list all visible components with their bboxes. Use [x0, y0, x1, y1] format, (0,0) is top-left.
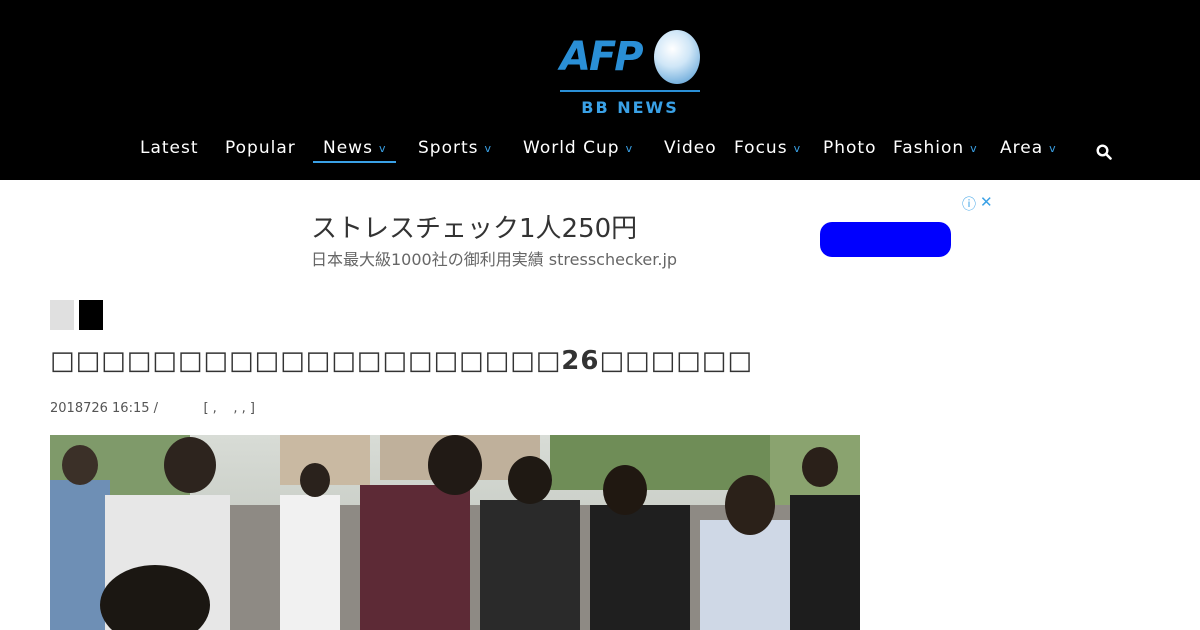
- nav-item-focus[interactable]: Focus v: [734, 138, 801, 158]
- nav-label: Photo: [823, 138, 877, 158]
- logo-wordmark: AFP: [560, 34, 644, 80]
- nav-label: Area: [1000, 138, 1044, 158]
- chevron-down-icon: v: [1049, 142, 1057, 155]
- chevron-down-icon: v: [970, 142, 978, 155]
- nav-item-video[interactable]: Video: [664, 138, 717, 158]
- nav-item-popular[interactable]: Popular: [225, 138, 296, 158]
- afp-bb-news-logo[interactable]: AFP BB NEWS: [558, 28, 702, 120]
- article-headline: □□□□□□□□□□□□□□□□□□□□26□□□□□□: [50, 346, 753, 376]
- logo-divider: [560, 90, 700, 92]
- chevron-down-icon: v: [378, 142, 387, 155]
- category-tag[interactable]: [79, 300, 103, 330]
- article-meta: 2018726 16:15 / [ , , , ]: [50, 401, 255, 416]
- ad-title[interactable]: ストレスチェック1人250円: [311, 208, 637, 245]
- nav-label: Focus: [734, 138, 788, 158]
- chevron-down-icon: v: [625, 142, 634, 155]
- ad-banner[interactable]: ストレスチェック1人250円 日本最大級1000社の御利用実績 stressch…: [0, 180, 1200, 280]
- search-icon[interactable]: [1096, 144, 1112, 160]
- chevron-down-icon: v: [793, 142, 802, 155]
- nav-label: News: [323, 138, 373, 158]
- ad-close-icon[interactable]: ✕: [980, 193, 993, 211]
- site-header: AFP BB NEWS Latest Popular News v Sports v…: [0, 0, 1200, 180]
- nav-label: Latest: [140, 138, 199, 158]
- nav-label: World Cup: [523, 138, 620, 158]
- main-nav: Latest Popular News v Sports v World Cup v …: [0, 138, 1200, 168]
- nav-label: Sports: [418, 138, 479, 158]
- article-photo: [50, 435, 860, 630]
- nav-item-fashion[interactable]: Fashion v: [893, 138, 978, 158]
- ad-cta-button[interactable]: [820, 222, 951, 257]
- nav-label: Video: [664, 138, 717, 158]
- ad-info-icon[interactable]: ⓘ: [962, 194, 976, 214]
- nav-item-sports[interactable]: Sports v: [418, 138, 492, 158]
- article-date: 2018726 16:15: [50, 401, 150, 416]
- nav-item-news[interactable]: News v: [313, 138, 397, 163]
- nav-label: Popular: [225, 138, 296, 158]
- nav-label: Fashion: [893, 138, 965, 158]
- chevron-down-icon: v: [484, 142, 493, 155]
- news-photo: [50, 435, 860, 630]
- nav-item-area[interactable]: Area v: [1000, 138, 1057, 158]
- logo-subtitle: BB NEWS: [581, 98, 679, 117]
- globe-icon: [654, 30, 700, 84]
- ad-subtitle: 日本最大級1000社の御利用実績 stresschecker.jp: [311, 250, 678, 269]
- nav-item-world-cup[interactable]: World Cup v: [523, 138, 633, 158]
- category-tag[interactable]: [50, 300, 74, 330]
- nav-item-latest[interactable]: Latest: [140, 138, 199, 158]
- nav-item-photo[interactable]: Photo: [823, 138, 877, 158]
- article-meta-rest: / [ , , , ]: [149, 401, 255, 416]
